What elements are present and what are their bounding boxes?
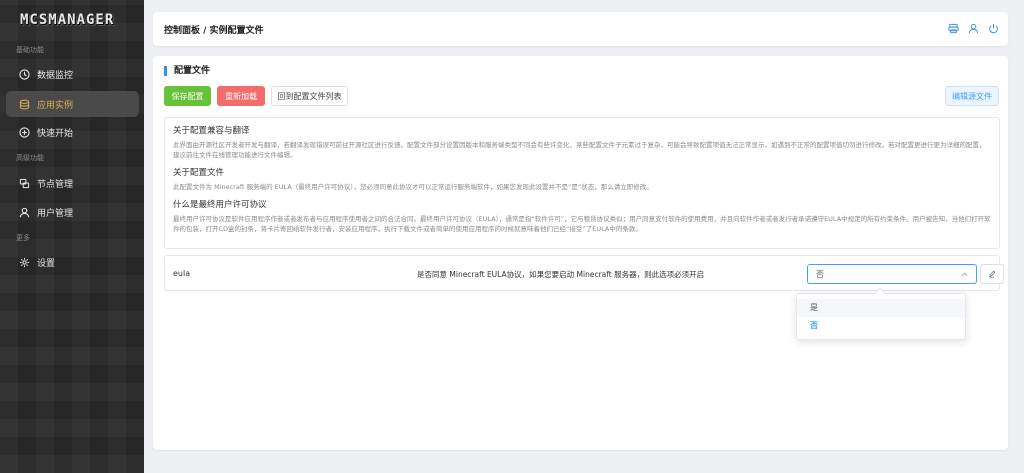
sidebar-section-more: 更多 (16, 234, 30, 242)
config-description: 是否同意 Minecraft EULA协议，如果您要启动 Minecraft 服… (417, 270, 705, 279)
info-panel: 关于配置兼容与翻译 此界面由开源社区开发者开发与翻译，若翻译发现错误可前往开源社… (164, 117, 1000, 249)
info-text: 此界面由开源社区开发者开发与翻译，若翻译发现错误可前往开源社区进行反馈。配置文件… (173, 141, 986, 159)
pencil-icon (989, 270, 996, 278)
sidebar-item-label: 数据监控 (37, 70, 74, 81)
option-no[interactable]: 否 (797, 317, 965, 335)
select-value: 否 (816, 269, 824, 279)
card-title: 配置文件 (164, 66, 210, 76)
info-text: 最终用户许可协议是软件应用程序作者或者发布者与应用程序使用者之间的合法合同。最终… (173, 215, 991, 233)
sidebar-section-basic: 基础功能 (16, 46, 44, 54)
reload-button[interactable]: 重新加载 (217, 86, 265, 106)
info-heading: 什么是最终用户许可协议 (173, 200, 267, 210)
power-icon[interactable] (988, 23, 999, 34)
edit-source-button[interactable]: 编辑源文件 (945, 86, 999, 106)
sidebar-item-label: 设置 (37, 258, 56, 269)
sidebar-item-instances[interactable]: 应用实例 (6, 91, 139, 117)
config-file-card: 配置文件 保存配置 重新加载 回到配置文件列表 编辑源文件 关于配置兼容与翻译 … (153, 56, 1008, 450)
sidebar-item-dashboard[interactable]: 数据监控 (6, 61, 139, 87)
sidebar-item-settings[interactable]: 设置 (6, 249, 139, 275)
select-dropdown: 是 否 (796, 287, 966, 340)
top-header: 控制面板 / 实例配置文件 (153, 12, 1008, 46)
info-text: 此配置文件为 Minecraft 服务端的 EULA（最终用户许可协议），您必须… (173, 183, 653, 191)
config-row-eula: eula 是否同意 Minecraft EULA协议，如果您要启动 Minecr… (164, 255, 1004, 291)
gear-icon (19, 257, 30, 268)
edit-value-button[interactable] (980, 264, 1004, 284)
sidebar-item-users[interactable]: 用户管理 (6, 199, 139, 225)
plus-circle-icon (19, 126, 30, 138)
eula-select[interactable]: 否 (807, 264, 977, 284)
nodes-icon (19, 178, 30, 189)
chevron-up-icon (961, 272, 968, 277)
user-icon (19, 207, 30, 218)
sidebar-item-label: 节点管理 (37, 179, 74, 190)
sidebar-item-quickstart[interactable]: 快速开始 (6, 119, 139, 145)
printer-icon[interactable] (948, 23, 959, 34)
sidebar-item-label: 快速开始 (37, 128, 74, 139)
save-config-button[interactable]: 保存配置 (164, 86, 211, 106)
config-key: eula (173, 269, 191, 278)
dashboard-icon (19, 68, 30, 80)
user-icon[interactable] (968, 23, 979, 34)
sidebar-item-label: 应用实例 (37, 100, 74, 111)
sidebar: MCSMANAGER 基础功能 数据监控 应用实例 快速开始 高级功能 节点管理… (0, 0, 144, 473)
sidebar-section-advanced: 高级功能 (16, 154, 44, 162)
info-heading: 关于配置兼容与翻译 (173, 126, 250, 136)
info-heading: 关于配置文件 (173, 168, 225, 178)
database-icon (19, 99, 30, 110)
breadcrumb: 控制面板 / 实例配置文件 (164, 26, 264, 36)
app-logo[interactable]: MCSMANAGER (20, 12, 114, 28)
sidebar-item-label: 用户管理 (37, 208, 74, 219)
option-yes[interactable]: 是 (797, 299, 965, 317)
back-to-list-button[interactable]: 回到配置文件列表 (271, 86, 348, 106)
sidebar-item-nodes[interactable]: 节点管理 (6, 170, 139, 196)
